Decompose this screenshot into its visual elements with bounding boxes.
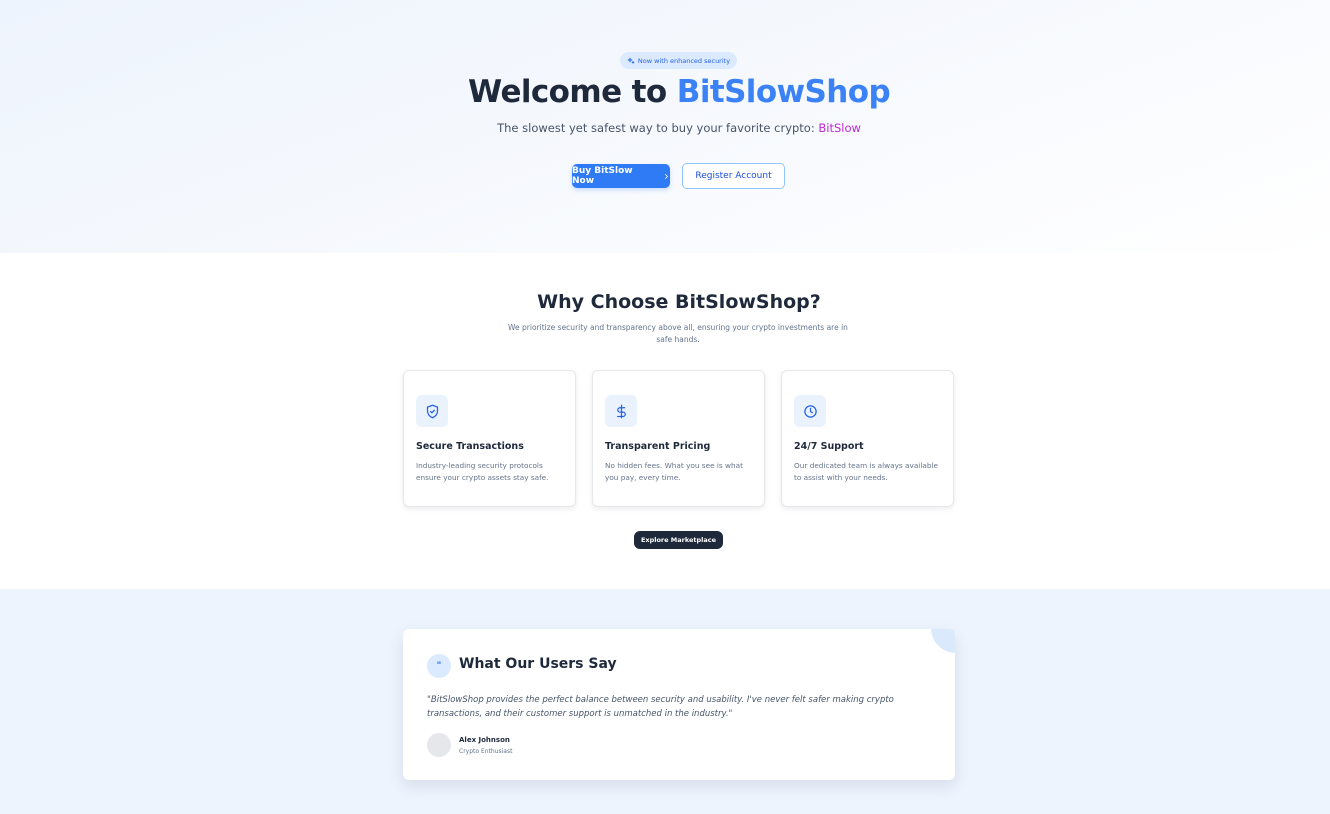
register-account-button[interactable]: Register Account xyxy=(682,163,785,189)
feature-card-pricing: Transparent Pricing No hidden fees. What… xyxy=(592,370,765,507)
hero-subtitle: The slowest yet safest way to buy your f… xyxy=(0,121,1330,135)
testimonial-quote: "BitSlowShop provides the perfect balanc… xyxy=(427,695,894,719)
hero-title: Welcome to BitSlowShop xyxy=(0,74,1330,110)
sparkle-icon xyxy=(627,57,635,64)
avatar xyxy=(427,733,451,757)
explore-marketplace-label: Explore Marketplace xyxy=(640,536,717,544)
feature-card-support: 24/7 Support Our dedicated team is alway… xyxy=(781,370,954,507)
feature-title: Transparent Pricing xyxy=(605,441,711,452)
why-title: Why Choose BitSlowShop? xyxy=(537,291,821,313)
shield-icon xyxy=(416,395,448,427)
testimonial-author-role: Crypto Enthusiast xyxy=(459,748,513,755)
feature-description: Industry-leading security protocols ensu… xyxy=(416,461,549,482)
explore-marketplace-button[interactable]: Explore Marketplace xyxy=(634,531,723,549)
feature-description: No hidden fees. What you see is what you… xyxy=(605,461,743,482)
hero-section: Now with enhanced security Welcome to Bi… xyxy=(0,0,1330,253)
feature-description: Our dedicated team is always available t… xyxy=(794,461,938,482)
chevron-right-icon xyxy=(665,173,669,179)
quote-icon: " xyxy=(427,654,451,678)
feature-card-secure: Secure Transactions Industry-leading sec… xyxy=(403,370,576,507)
badge-label: Now with enhanced security xyxy=(637,56,731,65)
hero-subtitle-brand: BitSlow xyxy=(818,121,861,135)
feature-title: 24/7 Support xyxy=(794,441,864,452)
quote-mark: " xyxy=(436,661,442,671)
clock-icon xyxy=(794,395,826,427)
hero-title-prefix: Welcome to xyxy=(467,74,677,110)
security-badge: Now with enhanced security xyxy=(620,52,737,69)
why-subtitle: We prioritize security and transparency … xyxy=(508,323,848,344)
register-account-label: Register Account xyxy=(695,171,772,181)
testimonial-title: What Our Users Say xyxy=(459,656,617,672)
feature-title: Secure Transactions xyxy=(416,441,524,452)
decorative-corner xyxy=(931,629,955,653)
testimonial-card: " What Our Users Say "BitSlowShop provid… xyxy=(403,629,955,780)
hero-title-brand: BitSlowShop xyxy=(676,74,891,110)
hero-subtitle-text: The slowest yet safest way to buy your f… xyxy=(497,121,819,135)
buy-bitslow-label: Buy BitSlow Now xyxy=(572,166,633,186)
buy-bitslow-button[interactable]: Buy BitSlow Now xyxy=(572,164,670,188)
testimonial-author-name: Alex Johnson xyxy=(459,736,510,744)
dollar-icon xyxy=(605,395,637,427)
